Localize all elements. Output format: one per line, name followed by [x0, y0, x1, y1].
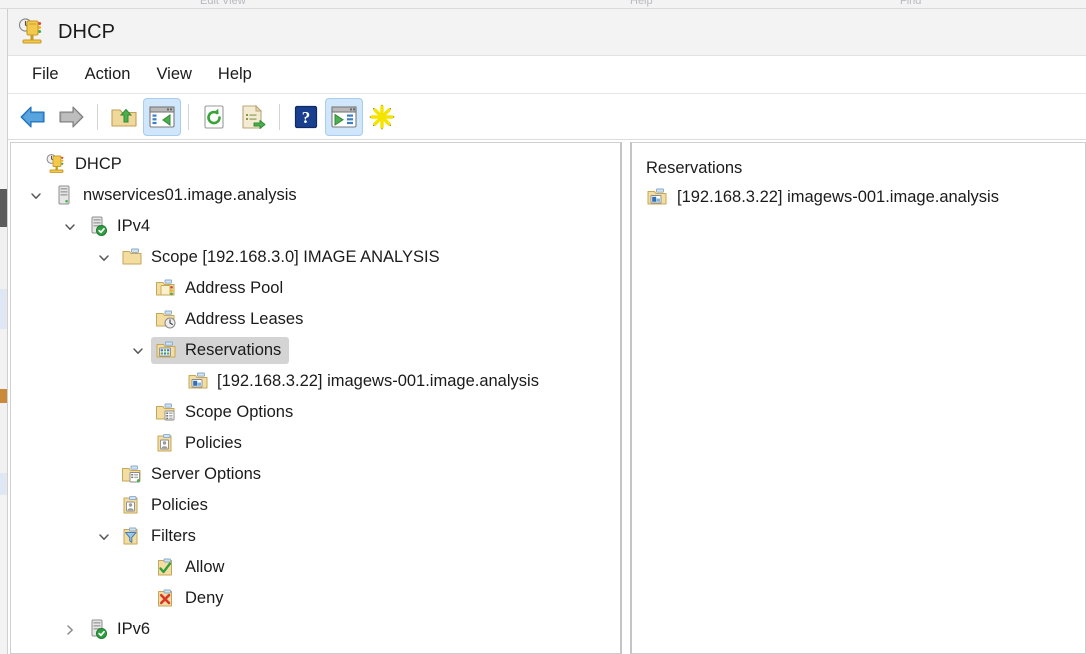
reservations-icon [155, 339, 177, 361]
tree-node-label: Deny [185, 588, 224, 607]
tree-node-label: Allow [185, 557, 225, 576]
background-fragment-1: Edit View [200, 0, 246, 7]
chevron-down-icon[interactable] [91, 251, 117, 265]
background-fragment-2: Help [630, 0, 653, 7]
tree-node-label: Filters [151, 526, 196, 545]
background-fragment-3: Find [900, 0, 922, 7]
tree-node-deny[interactable]: Deny [11, 583, 620, 614]
tree-node-label: Address Leases [185, 309, 304, 328]
server-ok-icon [87, 618, 109, 640]
tree-node-scope-options[interactable]: Scope Options [11, 397, 620, 428]
tree-node-address-leases[interactable]: Address Leases [11, 304, 620, 335]
dhcp-server-icon [45, 153, 67, 175]
refresh-button[interactable] [196, 98, 234, 136]
details-pane[interactable]: Reservations [192.168.3.22] imagews-001.… [630, 142, 1086, 654]
server-icon [53, 184, 75, 206]
chevron-down-icon[interactable] [91, 530, 117, 544]
address-pool-icon [155, 277, 177, 299]
tree-node-label: Scope Options [185, 402, 294, 421]
tree-node-scope-policies[interactable]: Policies [11, 428, 620, 459]
tree-node-label: DHCP [75, 154, 122, 173]
tree-node-label: Reservations [185, 340, 282, 359]
server-ok-icon [87, 215, 109, 237]
background-window-left-sliver [0, 9, 8, 654]
menu-help[interactable]: Help [205, 62, 265, 87]
tree-node-server-options[interactable]: Server Options [11, 459, 620, 490]
policies-icon [155, 432, 177, 454]
properties-button[interactable] [325, 97, 363, 136]
tree-node-reservations[interactable]: Reservations [11, 335, 620, 366]
show-hide-console-tree-button[interactable] [143, 97, 181, 136]
tree-node-label: IPv6 [117, 619, 151, 638]
policies-icon [121, 494, 143, 516]
up-one-level-button[interactable] [105, 98, 143, 136]
list-item-label: [192.168.3.22] imagews-001.image.analysi… [677, 187, 999, 206]
console-tree: DHCP nwservices01.image.analysis IPv4 Sc… [11, 143, 620, 645]
toolbar: ? [8, 94, 1086, 140]
tree-node-label: nwservices01.image.analysis [83, 185, 297, 204]
menu-file[interactable]: File [19, 62, 72, 87]
toolbar-separator-2 [188, 103, 189, 130]
panel-splitter[interactable] [622, 142, 630, 654]
allow-check-icon [155, 556, 177, 578]
chevron-down-icon[interactable] [125, 344, 151, 358]
tree-node-label: Policies [185, 433, 242, 452]
dhcp-server-icon [16, 17, 46, 47]
chevron-down-icon[interactable] [57, 220, 83, 234]
dhcp-console-window: Edit View Help Find DHCP File Action Vie… [0, 0, 1086, 654]
forward-button[interactable] [52, 98, 90, 136]
tree-node-label: Scope [192.168.3.0] IMAGE ANALYSIS [151, 247, 440, 266]
deny-cross-icon [155, 587, 177, 609]
server-options-icon [121, 463, 143, 485]
tree-node-label: Policies [151, 495, 208, 514]
tree-node-filters[interactable]: Filters [11, 521, 620, 552]
tree-node-label: [192.168.3.22] imagews-001.image.analysi… [217, 371, 539, 390]
menu-view[interactable]: View [143, 62, 204, 87]
content-area: DHCP nwservices01.image.analysis IPv4 Sc… [8, 140, 1086, 654]
tree-node-label: Server Options [151, 464, 262, 483]
title-bar: DHCP [8, 9, 1086, 56]
tree-node-dhcp[interactable]: DHCP [11, 149, 620, 180]
list-item[interactable]: [192.168.3.22] imagews-001.image.analysi… [632, 178, 1085, 208]
tree-node-reservation-item[interactable]: [192.168.3.22] imagews-001.image.analysi… [11, 366, 620, 397]
chevron-right-icon[interactable] [57, 623, 83, 637]
tree-node-scope[interactable]: Scope [192.168.3.0] IMAGE ANALYSIS [11, 242, 620, 273]
export-list-button[interactable] [234, 98, 272, 136]
tree-node-address-pool[interactable]: Address Pool [11, 273, 620, 304]
menu-action[interactable]: Action [72, 62, 144, 87]
scope-options-icon [155, 401, 177, 423]
tree-node-label: IPv4 [117, 216, 151, 235]
tree-node-label: Address Pool [185, 278, 284, 297]
tree-node-ipv4[interactable]: IPv4 [11, 211, 620, 242]
svg-text:?: ? [302, 108, 311, 127]
back-button[interactable] [14, 98, 52, 136]
filters-funnel-icon [121, 525, 143, 547]
main-window: DHCP File Action View Help ? DHCP nwserv… [8, 9, 1086, 654]
window-title: DHCP [58, 20, 116, 43]
address-leases-icon [155, 308, 177, 330]
chevron-down-icon[interactable] [23, 189, 49, 203]
menu-bar: File Action View Help [8, 56, 1086, 94]
folder-icon [121, 246, 143, 268]
tree-node-server-policies[interactable]: Policies [11, 490, 620, 521]
details-pane-header: Reservations [646, 159, 743, 177]
tree-node-server[interactable]: nwservices01.image.analysis [11, 180, 620, 211]
toolbar-separator-1 [97, 103, 98, 130]
toolbar-separator-3 [279, 103, 280, 130]
new-item-button[interactable] [363, 98, 401, 136]
tree-node-ipv6[interactable]: IPv6 [11, 614, 620, 645]
console-tree-panel[interactable]: DHCP nwservices01.image.analysis IPv4 Sc… [10, 142, 622, 654]
help-button[interactable]: ? [287, 98, 325, 136]
reservation-item-icon [646, 186, 668, 208]
reservation-item-icon [187, 370, 209, 392]
background-window-strip: Edit View Help Find [0, 0, 1086, 9]
tree-node-allow[interactable]: Allow [11, 552, 620, 583]
